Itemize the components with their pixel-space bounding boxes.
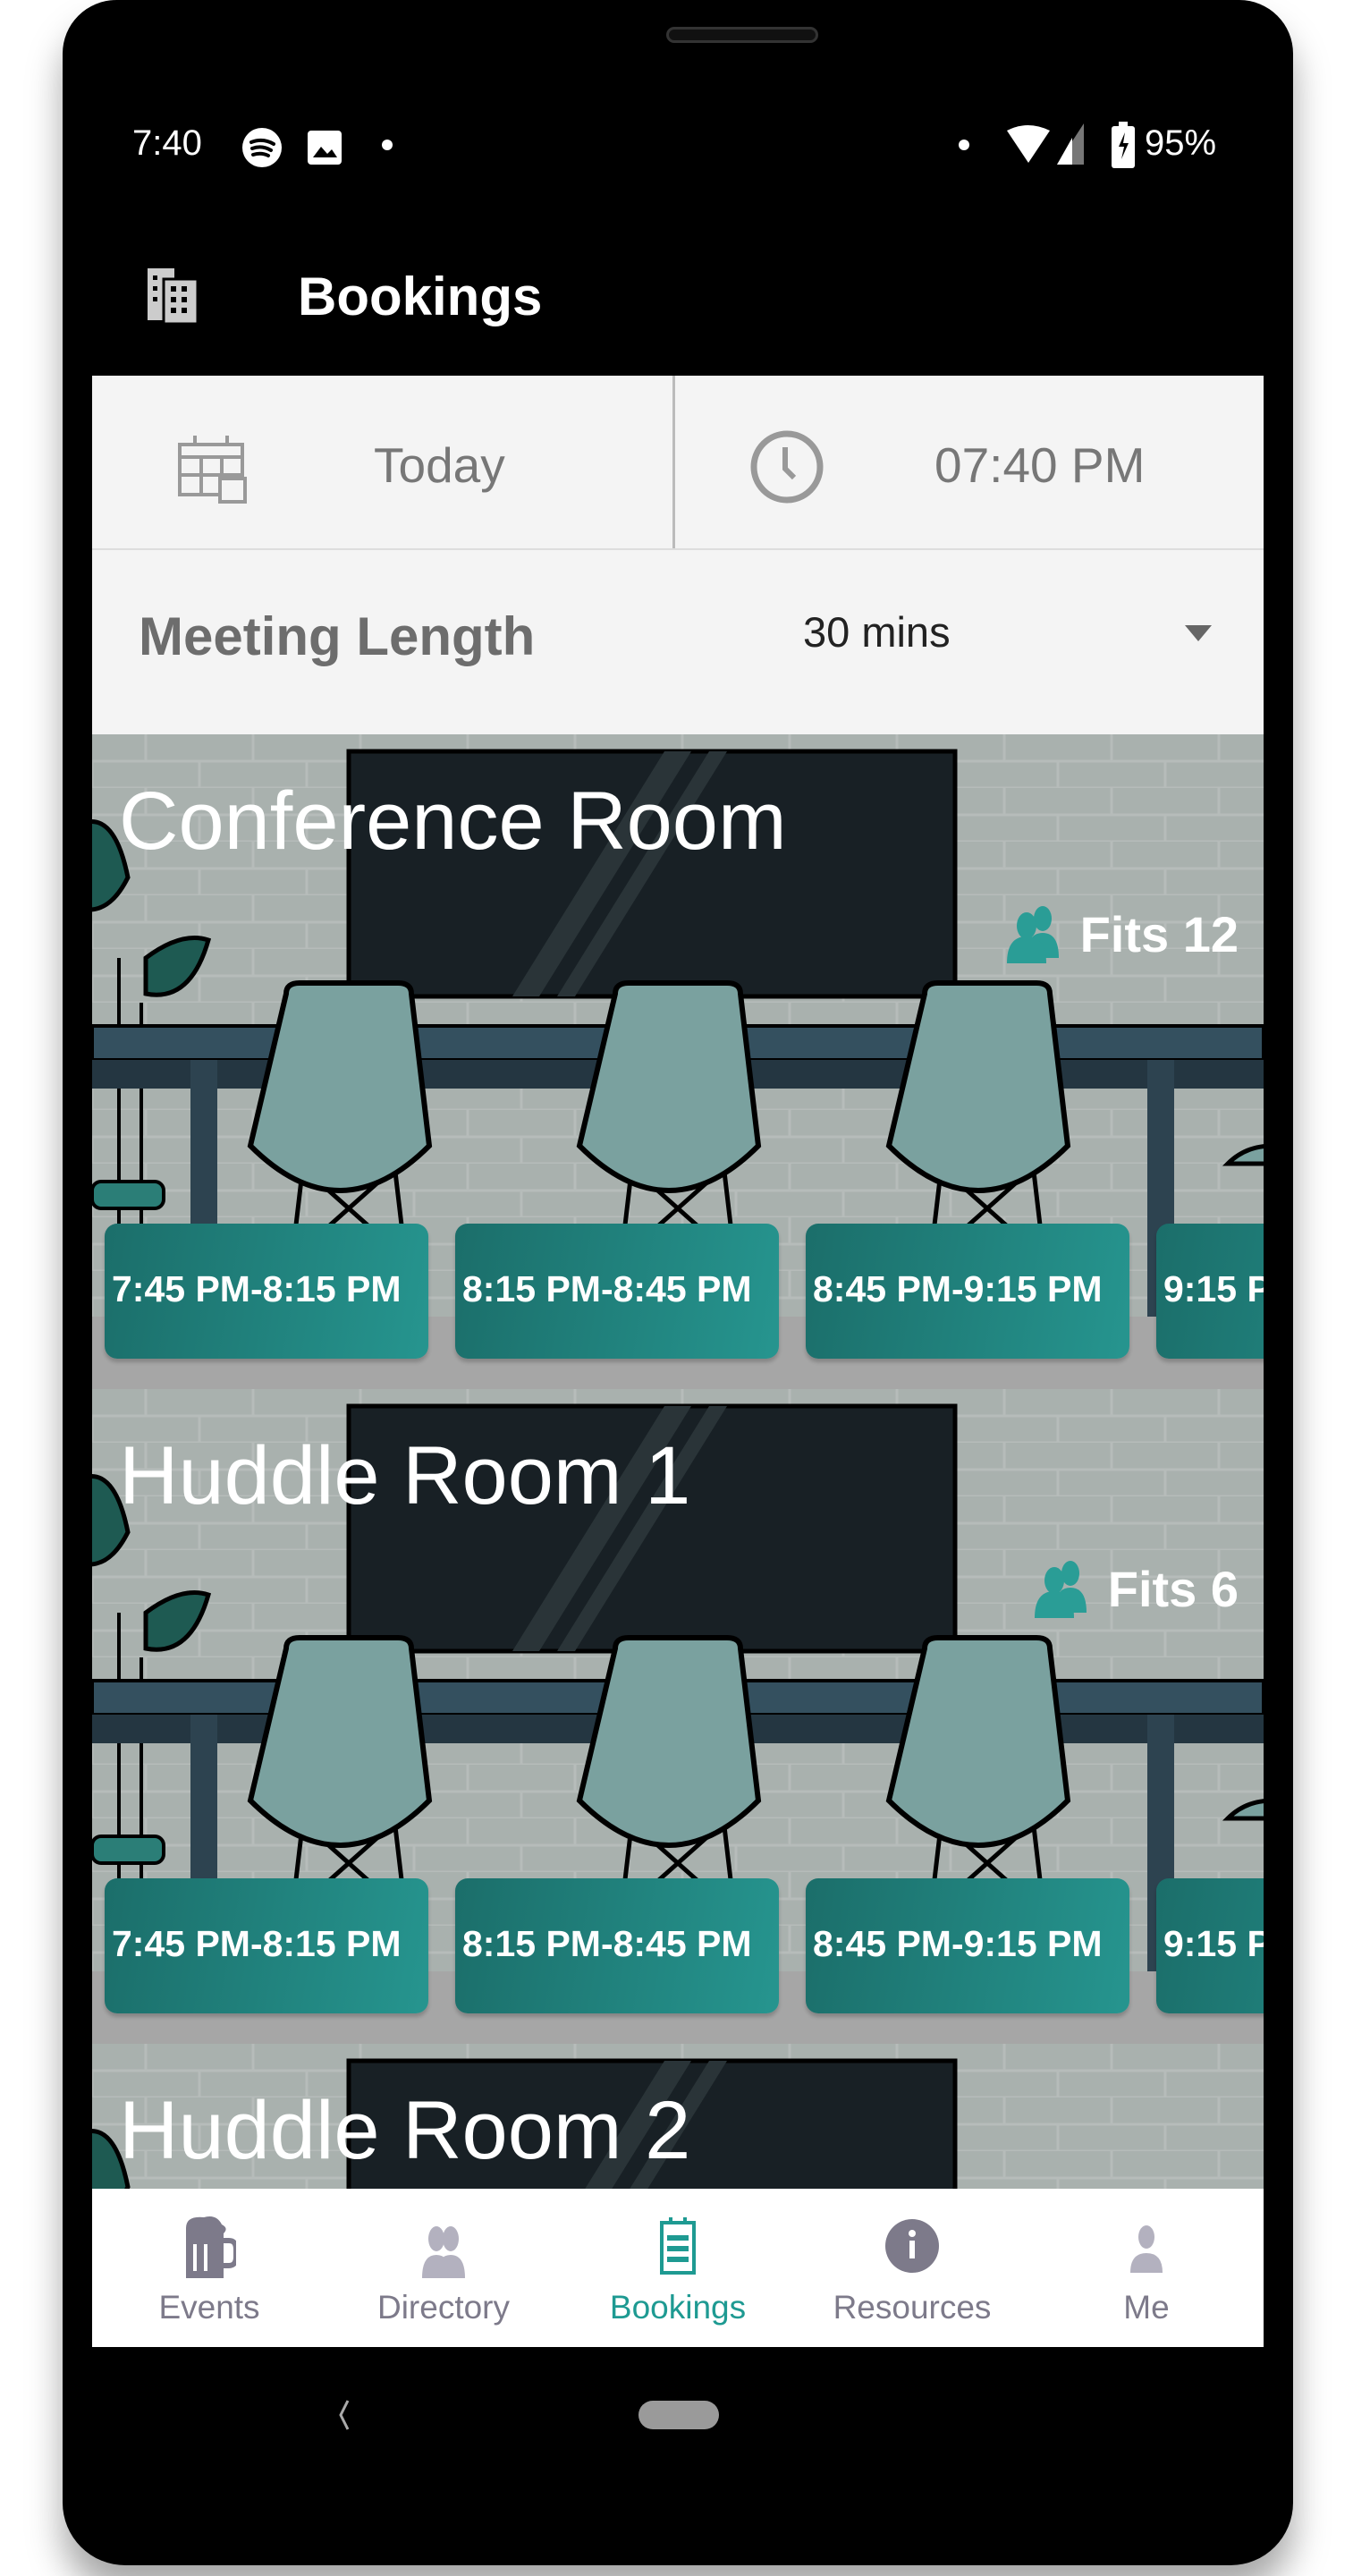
bottom-nav: Events Directory Bookings Resources Me [92,2189,1264,2347]
meeting-length-select[interactable]: 30 mins [803,602,1268,682]
date-time-row: Today 07:40 PM [92,376,1264,550]
nav-directory[interactable]: Directory [326,2189,561,2347]
people-icon [1006,906,1059,963]
image-icon [308,131,342,165]
meeting-length-value: 30 mins [803,608,951,656]
dot-icon [959,140,969,150]
time-slot-button[interactable]: 8:45 PM-9:15 PM [806,1878,1129,2013]
date-picker[interactable]: Today [92,376,675,548]
time-slot-button[interactable]: 8:15 PM-8:45 PM [455,1224,779,1359]
time-slot-button[interactable]: 7:45 PM-8:15 PM [105,1224,428,1359]
time-slot-button[interactable]: 9:15 PM [1156,1224,1264,1359]
wifi-signal-icon [1007,123,1084,165]
meeting-length-label: Meeting Length [139,606,536,666]
nav-bookings[interactable]: Bookings [561,2189,795,2347]
room-capacity: Fits 12 [1005,904,1239,963]
home-button[interactable] [638,2401,719,2429]
room-card[interactable]: Huddle Room 1 Fits 6 7:45 PM-8:15 PM 8:15 P… [92,1389,1264,2044]
room-list[interactable]: Conference Room Fits 12 7:45 PM-8:15 PM 8:1… [92,734,1264,2189]
nav-label: Resources [833,2289,992,2326]
back-icon[interactable] [335,2397,353,2433]
capacity-text: Fits 12 [1079,905,1239,962]
beer-mug-icon [186,2216,236,2278]
room-card[interactable]: Conference Room Fits 12 7:45 PM-8:15 PM 8:1… [92,734,1264,1389]
building-icon [148,268,199,326]
meeting-length-row: Meeting Length 30 mins [92,550,1264,734]
speaker [666,27,818,43]
room-capacity: Fits 6 [1033,1559,1239,1618]
battery-percent: 95% [1145,123,1217,163]
calendar-icon [660,2217,696,2275]
calendar-icon [178,436,247,504]
room-card[interactable]: Huddle Room 2 [92,2044,1264,2189]
time-slot-button[interactable]: 8:45 PM-9:15 PM [806,1224,1129,1359]
battery-charging-icon [1112,122,1135,168]
status-time: 7:40 [132,123,202,163]
time-value: 07:40 PM [934,437,1146,493]
time-picker[interactable]: 07:40 PM [678,376,1264,548]
nav-events[interactable]: Events [92,2189,326,2347]
dot-icon [382,140,393,150]
people-icon [422,2226,465,2278]
clock-icon [750,430,824,504]
time-slot-button[interactable]: 8:15 PM-8:45 PM [455,1878,779,2013]
time-slot-button[interactable]: 9:15 PM [1156,1878,1264,2013]
nav-resources[interactable]: Resources [795,2189,1029,2347]
nav-me[interactable]: Me [1029,2189,1264,2347]
nav-label: Me [1123,2289,1170,2326]
date-value: Today [374,437,505,493]
nav-label: Bookings [609,2289,747,2326]
room-name: Huddle Room 1 [119,1430,691,1521]
dropdown-arrow-icon [1185,625,1212,641]
room-name: Conference Room [119,775,787,867]
time-slot-button[interactable]: 7:45 PM-8:15 PM [105,1878,428,2013]
page-title: Bookings [298,267,543,326]
time-slot-list[interactable]: 7:45 PM-8:15 PM 8:15 PM-8:45 PM 8:45 PM-9:… [105,1878,1264,2013]
people-icon [1034,1561,1087,1618]
nav-label: Events [158,2289,260,2326]
person-icon [1130,2225,1163,2273]
spotify-icon [242,128,282,167]
info-icon [885,2219,939,2273]
time-slot-list[interactable]: 7:45 PM-8:15 PM 8:15 PM-8:45 PM 8:45 PM-9:… [105,1224,1264,1359]
capacity-text: Fits 6 [1107,1560,1239,1617]
room-name: Huddle Room 2 [119,2085,691,2176]
nav-label: Directory [376,2289,511,2326]
